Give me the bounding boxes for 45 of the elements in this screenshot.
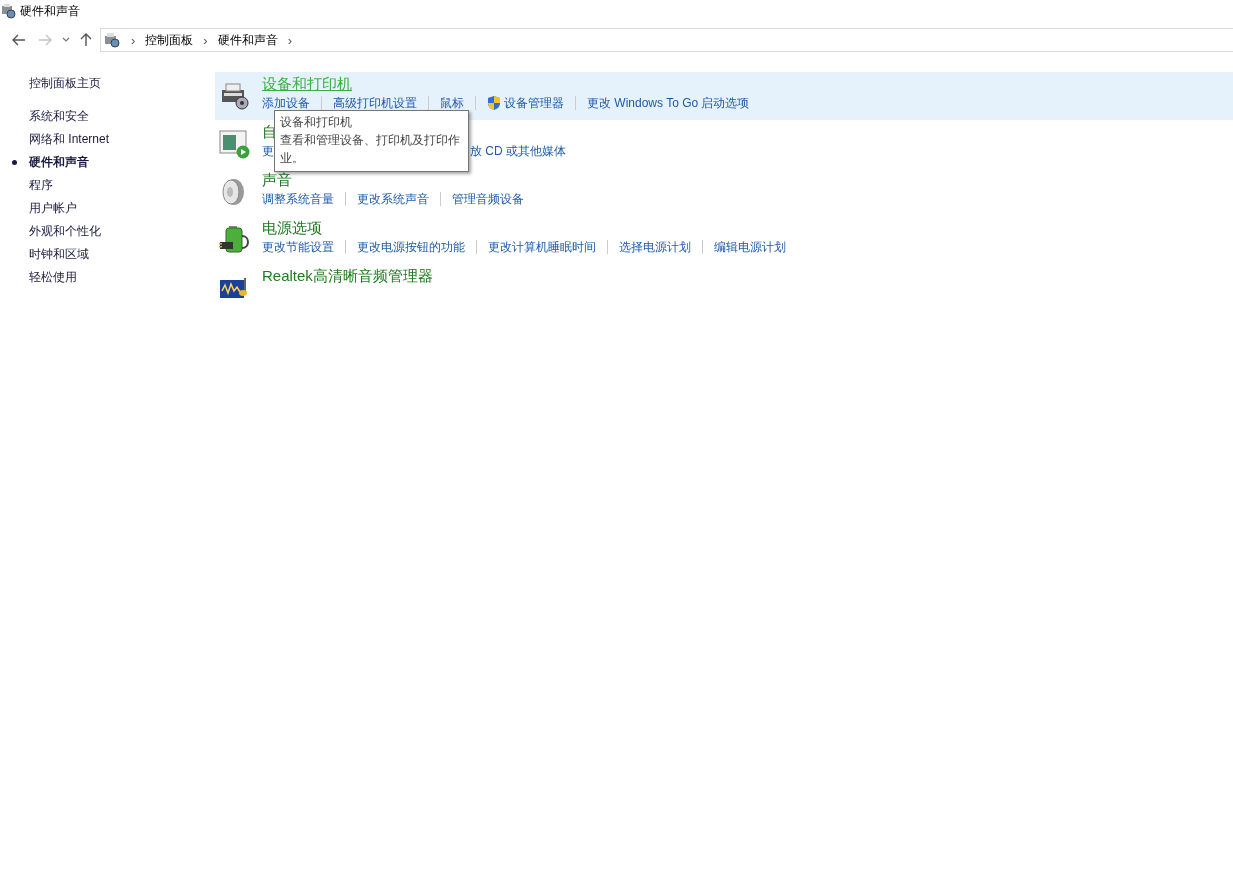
task-link[interactable]: 更改 Windows To Go 启动选项: [587, 94, 750, 112]
category-title-link[interactable]: Realtek高清晰音频管理器: [262, 266, 433, 286]
tooltip-text: 查看和管理设备、打印机及打印作业。: [280, 132, 461, 167]
sidebar-link[interactable]: 轻松使用: [29, 270, 77, 284]
sidebar-link[interactable]: 时钟和区域: [29, 247, 89, 261]
breadcrumb[interactable]: 控制面板: [145, 31, 194, 49]
sidebar-link[interactable]: 外观和个性化: [29, 224, 101, 238]
battery-plug-icon[interactable]: [219, 224, 251, 256]
category-title-link[interactable]: 电源选项: [262, 218, 322, 238]
sidebar-link[interactable]: 硬件和声音: [29, 155, 89, 169]
task-link[interactable]: 更改系统声音: [357, 190, 429, 208]
sidebar-link[interactable]: 程序: [29, 178, 53, 192]
task-link[interactable]: 编辑电源计划: [714, 238, 786, 256]
up-arrow-icon[interactable]: [80, 33, 92, 47]
category-title-link[interactable]: 自: [262, 122, 277, 142]
printer-icon[interactable]: [219, 82, 249, 110]
media-play-icon[interactable]: [219, 129, 251, 159]
sidebar-link[interactable]: 系统和安全: [29, 109, 89, 123]
breadcrumb[interactable]: 硬件和声音: [217, 31, 278, 49]
task-link[interactable]: 更: [262, 142, 274, 160]
printer-icon: [103, 32, 121, 48]
task-link[interactable]: 调整系统音量: [262, 190, 334, 208]
task-link[interactable]: 高级打印机设置: [333, 94, 417, 112]
task-link[interactable]: 选择电源计划: [619, 238, 691, 256]
speaker-icon[interactable]: [219, 177, 247, 207]
task-link[interactable]: 鼠标: [440, 94, 464, 112]
chevron-icon[interactable]: ›: [287, 32, 293, 48]
task-link[interactable]: 更改计算机睡眠时间: [488, 238, 596, 256]
task-link[interactable]: 更改电源按钮的功能: [357, 238, 465, 256]
printer-icon: [0, 3, 16, 19]
category-title-link[interactable]: 声音: [262, 170, 292, 190]
window-title: 硬件和声音: [20, 2, 80, 20]
sidebar-link[interactable]: 网络和 Internet: [29, 132, 110, 146]
task-link[interactable]: 添加设备: [262, 94, 310, 112]
task-link[interactable]: 放 CD 或其他媒体: [470, 142, 566, 160]
dropdown-caret-icon[interactable]: [62, 37, 70, 43]
back-arrow-icon[interactable]: [12, 34, 26, 46]
chevron-icon[interactable]: ›: [131, 32, 136, 48]
task-link[interactable]: 设备管理器: [504, 94, 564, 112]
sidebar-link[interactable]: 用户帐户: [29, 201, 77, 215]
address-bar[interactable]: › 控制面板 › 硬件和声音 ›: [100, 28, 1233, 52]
chevron-icon[interactable]: ›: [203, 32, 208, 48]
sidebar-link[interactable]: 控制面板主页: [29, 72, 215, 95]
task-link[interactable]: 管理音频设备: [452, 190, 524, 208]
task-link[interactable]: 更改节能设置: [262, 238, 334, 256]
